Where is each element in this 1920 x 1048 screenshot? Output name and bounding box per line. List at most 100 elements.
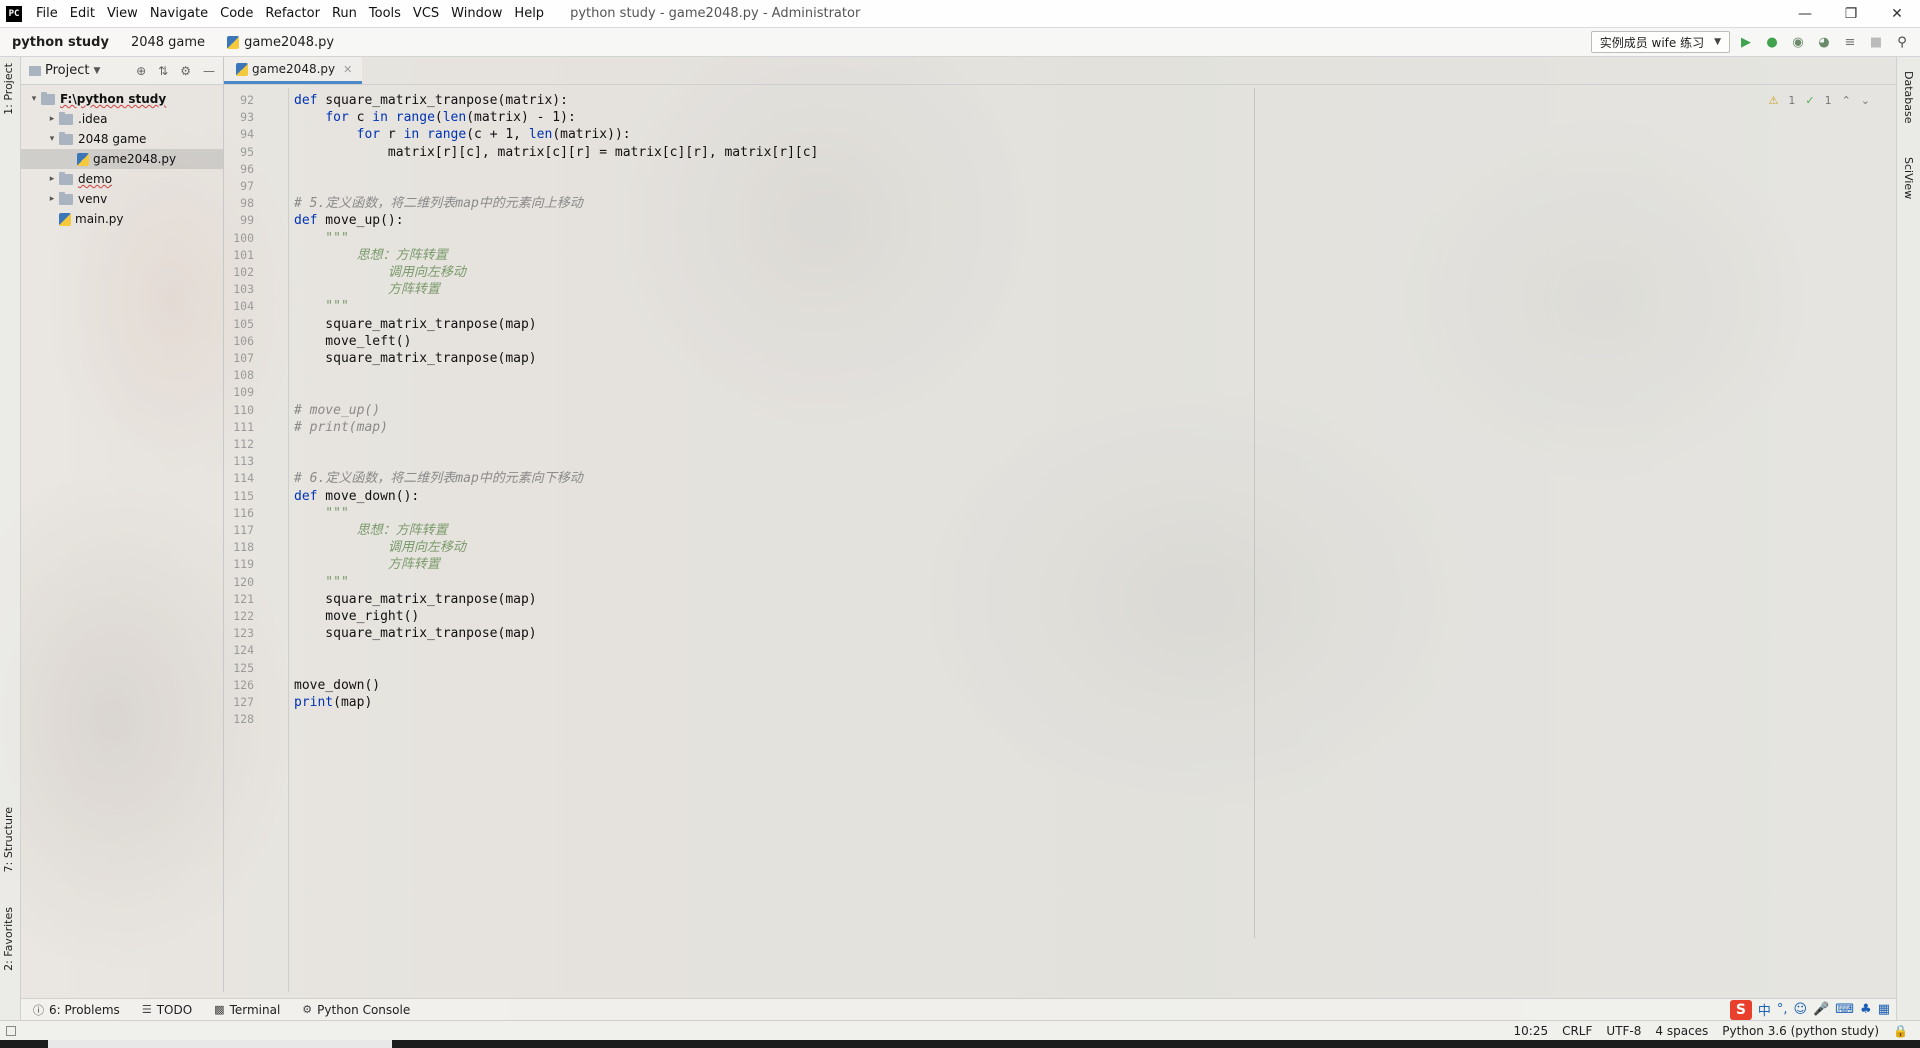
- hide-icon[interactable]: —: [203, 64, 215, 78]
- window-controls: — ❐ ✕: [1782, 0, 1920, 28]
- inspection-widget[interactable]: ⚠ 1 ✓ 1 ⌃ ⌄: [1768, 94, 1870, 107]
- breadcrumb-file[interactable]: game2048.py: [215, 35, 344, 50]
- terminal-label: Terminal: [229, 1002, 281, 1017]
- menu-run[interactable]: Run: [326, 0, 363, 28]
- keyword-token: in: [372, 110, 388, 126]
- collapse-all-icon[interactable]: ⇅: [158, 64, 168, 78]
- locate-icon[interactable]: ⊕: [136, 64, 146, 78]
- tool-window-toggle-icon[interactable]: [6, 1025, 16, 1036]
- caret-position[interactable]: 10:25: [1514, 1024, 1549, 1038]
- tree-item[interactable]: ▾ 2048 game: [21, 129, 223, 149]
- keyword-token: def: [294, 488, 318, 504]
- menu-view[interactable]: View: [101, 0, 144, 28]
- tree-item[interactable]: ▸ demo: [21, 169, 223, 189]
- editor: game2048.py ✕ ⚠ 1 ✓ 1 ⌃ ⌄ 92 def square_m…: [224, 57, 1896, 992]
- tree-item[interactable]: main.py: [21, 209, 223, 229]
- python-file-icon: [236, 62, 248, 76]
- indent-setting[interactable]: 4 spaces: [1655, 1024, 1708, 1038]
- project-panel: Project ▼ ⊕ ⇅ ⚙ — ▾ F:\python study ▸ .idea…: [21, 57, 224, 992]
- sciview-label: SciView: [1902, 157, 1915, 200]
- profile-icon[interactable]: ◕: [1816, 34, 1832, 50]
- ime-language-toggle[interactable]: 中: [1758, 1000, 1771, 1019]
- close-icon[interactable]: ✕: [1874, 0, 1920, 28]
- menu-edit[interactable]: Edit: [64, 0, 101, 28]
- tree-item[interactable]: ▾ F:\python study: [21, 89, 223, 109]
- lock-icon[interactable]: 🔒: [1893, 1024, 1908, 1038]
- tool-tab-favorites[interactable]: 2: Favorites: [2, 907, 15, 971]
- code-area[interactable]: ⚠ 1 ✓ 1 ⌃ ⌄ 92 def square_matrix_tranpose…: [224, 88, 1896, 992]
- line-number: 128: [233, 712, 254, 727]
- keyword-token: range: [395, 110, 435, 126]
- tree-item-label: venv: [78, 192, 108, 206]
- gear-icon[interactable]: ⚙: [180, 64, 191, 78]
- microphone-icon[interactable]: 🎤: [1813, 1002, 1829, 1017]
- punctuation-icon[interactable]: °,: [1777, 1002, 1788, 1017]
- menu-vcs[interactable]: VCS: [407, 0, 445, 28]
- tool-tab-sciview[interactable]: SciView: [1902, 157, 1915, 199]
- menu-help[interactable]: Help: [508, 0, 550, 28]
- debug-icon[interactable]: ●: [1764, 34, 1780, 50]
- tool-tab-todo[interactable]: ☰ TODO: [142, 1003, 192, 1017]
- code-line[interactable]: 128: [224, 709, 1624, 730]
- window-title: python study - game2048.py - Administrat…: [570, 6, 861, 21]
- keyboard-icon[interactable]: ⌨: [1835, 1002, 1854, 1017]
- run-icon[interactable]: ▶: [1738, 34, 1754, 50]
- menu-file[interactable]: File: [30, 0, 64, 28]
- chevron-down-icon: ▼: [93, 65, 101, 76]
- ok-count: 1: [1824, 94, 1832, 107]
- line-separator[interactable]: CRLF: [1562, 1024, 1592, 1038]
- tool-tab-python-console[interactable]: ⚙ Python Console: [302, 1003, 410, 1017]
- tree-item[interactable]: game2048.py: [21, 149, 223, 169]
- menu-window[interactable]: Window: [445, 0, 508, 28]
- file-encoding[interactable]: UTF-8: [1606, 1024, 1641, 1038]
- skin-icon[interactable]: ♣: [1860, 1002, 1872, 1017]
- tree-item[interactable]: ▸ venv: [21, 189, 223, 209]
- title-bar: PC File Edit View Navigate Code Refactor Run To…: [0, 0, 1920, 28]
- chevron-down-icon: ▼: [1714, 37, 1721, 47]
- tool-tab-structure[interactable]: 7: Structure: [2, 807, 15, 872]
- breadcrumb-folder[interactable]: 2048 game: [119, 35, 215, 50]
- search-icon[interactable]: ⚲: [1894, 34, 1910, 50]
- minimize-icon[interactable]: —: [1782, 0, 1828, 28]
- ime-toolbar: S 中 °, ☺ 🎤 ⌨ ♣ ▦: [1729, 999, 1890, 1020]
- menu-tools[interactable]: Tools: [363, 0, 407, 28]
- menu-navigate[interactable]: Navigate: [144, 0, 214, 28]
- chevron-right-icon[interactable]: ▸: [45, 194, 59, 204]
- chevron-down-icon[interactable]: ⌄: [1861, 94, 1870, 107]
- chevron-down-icon[interactable]: ▾: [27, 94, 41, 104]
- menu-refactor[interactable]: Refactor: [259, 0, 326, 28]
- tab-game2048-py[interactable]: game2048.py ✕: [224, 57, 363, 84]
- keyword-token: len: [442, 110, 467, 126]
- chevron-up-icon[interactable]: ⌃: [1842, 94, 1851, 107]
- breadcrumb-project[interactable]: python study: [0, 35, 119, 50]
- tree-item[interactable]: ▸ .idea: [21, 109, 223, 129]
- left-tool-strip: 1: Project 7: Structure 2: Favorites: [0, 57, 21, 1020]
- tree-item-label: 2048 game: [78, 132, 147, 146]
- tool-tab-terminal[interactable]: ▩ Terminal: [214, 1003, 280, 1017]
- folder-icon: [41, 91, 55, 105]
- menu-code[interactable]: Code: [214, 0, 259, 28]
- warning-icon: ⚠: [1768, 94, 1779, 107]
- toolbox-icon[interactable]: ▦: [1878, 1002, 1890, 1017]
- sogou-ime-logo-icon[interactable]: S: [1729, 999, 1752, 1020]
- pycharm-logo-icon: PC: [6, 5, 22, 22]
- chevron-right-icon[interactable]: ▸: [45, 114, 59, 124]
- tool-tab-project[interactable]: 1: Project: [2, 63, 15, 115]
- tool-tab-database[interactable]: Database: [1902, 71, 1915, 124]
- restore-icon[interactable]: ❐: [1828, 0, 1874, 28]
- coverage-icon[interactable]: ◉: [1790, 34, 1806, 50]
- concurrency-icon[interactable]: ≡: [1842, 34, 1858, 50]
- project-view-select[interactable]: Project: [45, 63, 89, 78]
- run-configuration-select[interactable]: 实例成员 wife 练习 ▼: [1590, 31, 1730, 53]
- project-tree: ▾ F:\python study ▸ .idea ▾ 2048 game game2048…: [21, 85, 223, 229]
- folder-icon: [59, 171, 73, 185]
- stop-icon[interactable]: ■: [1868, 34, 1884, 50]
- close-tab-icon[interactable]: ✕: [343, 63, 352, 76]
- python-file-icon: [227, 35, 240, 49]
- chevron-down-icon[interactable]: ▾: [45, 134, 59, 144]
- python-interpreter[interactable]: Python 3.6 (python study): [1722, 1024, 1879, 1038]
- chevron-right-icon[interactable]: ▸: [45, 174, 59, 184]
- emoji-icon[interactable]: ☺: [1794, 1002, 1808, 1017]
- tool-tab-problems[interactable]: ⓘ 6: Problems: [33, 1002, 120, 1018]
- tree-item-label: game2048.py: [93, 152, 177, 166]
